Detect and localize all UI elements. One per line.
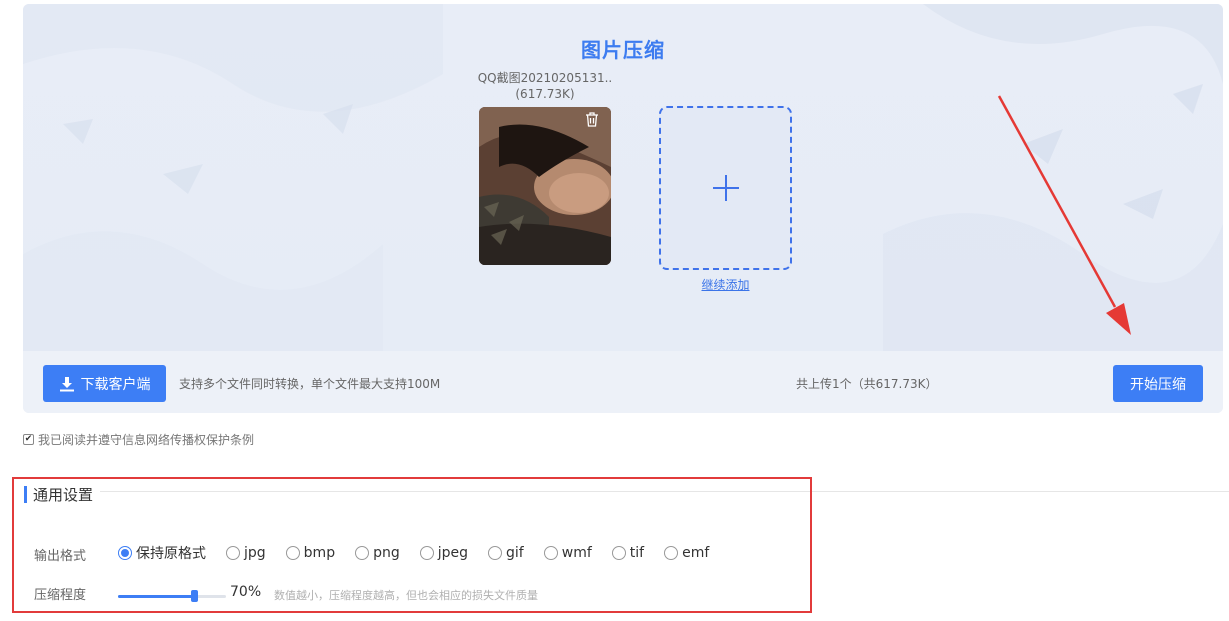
radio-jpg[interactable] — [226, 546, 240, 560]
compression-slider[interactable] — [118, 590, 226, 603]
download-client-label: 下载客户端 — [80, 376, 151, 393]
upload-hint: 支持多个文件同时转换，单个文件最大支持100M — [179, 377, 441, 391]
download-client-button[interactable]: 下载客户端 — [43, 365, 166, 402]
agreement-row: ✔ 我已阅读并遵守信息网络传播权保护条例 — [23, 431, 254, 448]
format-option-jpg[interactable]: jpg — [226, 545, 266, 561]
image-thumbnail — [479, 107, 611, 265]
radio-png[interactable] — [355, 546, 370, 560]
compression-hint: 数值越小，压缩程度越高，但也会相应的损失文件质量 — [274, 589, 538, 602]
format-option-wmf[interactable]: wmf — [543, 545, 592, 561]
settings-title-text: 通用设置 — [33, 486, 94, 504]
settings-panel: 通用设置 输出格式 保持原格式 jpg bmp png jpeg gif wmf… — [12, 477, 812, 613]
format-option-bmp[interactable]: bmp — [285, 545, 336, 561]
file-name: QQ截图20210205131.. — [477, 71, 613, 85]
format-label-bmp: bmp — [303, 545, 336, 561]
format-option-tif[interactable]: tif — [611, 545, 645, 561]
compression-label: 压缩程度 — [34, 588, 87, 603]
radio-wmf[interactable] — [543, 546, 558, 560]
continue-add-link[interactable]: 继续添加 — [659, 276, 792, 293]
radio-tif[interactable] — [611, 546, 626, 560]
format-label-jpeg: jpeg — [437, 545, 469, 561]
delete-file-button[interactable] — [585, 112, 605, 132]
format-option-emf[interactable]: emf — [664, 545, 709, 561]
format-option-gif[interactable]: gif — [488, 545, 524, 561]
agreement-text: 我已阅读并遵守信息网络传播权保护条例 — [38, 433, 255, 447]
download-icon — [59, 376, 74, 391]
format-label-png: png — [373, 545, 400, 561]
agreement-checkbox[interactable]: ✔ — [23, 434, 34, 445]
radio-original[interactable] — [118, 546, 132, 560]
slider-handle[interactable] — [190, 590, 198, 602]
format-option-original[interactable]: 保持原格式 — [118, 543, 206, 563]
radio-emf[interactable] — [664, 546, 679, 560]
upload-toolbar: 下载客户端 支持多个文件同时转换，单个文件最大支持100M 共上传1个（共617… — [23, 351, 1223, 413]
format-label-tif: tif — [629, 545, 645, 561]
output-format-options: 保持原格式 jpg bmp png jpeg gif wmf tif emf — [118, 543, 729, 563]
radio-jpeg[interactable] — [419, 546, 434, 560]
output-format-label: 输出格式 — [34, 549, 87, 564]
radio-gif[interactable] — [488, 546, 503, 560]
format-option-png[interactable]: png — [355, 545, 400, 561]
upload-count: 共上传1个（共617.73K） — [796, 377, 938, 391]
page-title: 图片压缩 — [581, 38, 665, 62]
add-file-dropzone[interactable] — [659, 106, 792, 270]
settings-title: 通用设置 — [24, 484, 93, 505]
format-label-original: 保持原格式 — [136, 546, 206, 562]
start-compress-button[interactable]: 开始压缩 — [1113, 365, 1203, 402]
format-label-wmf: wmf — [561, 545, 592, 561]
trash-icon — [586, 112, 598, 127]
annotation-arrow — [997, 95, 1131, 335]
file-size: (617.73K) — [515, 87, 575, 101]
slider-fill — [118, 595, 194, 598]
plus-icon — [712, 175, 739, 201]
format-label-jpg: jpg — [244, 545, 266, 561]
compression-value: 70% — [230, 584, 262, 600]
format-label-emf: emf — [682, 545, 710, 561]
radio-bmp[interactable] — [285, 546, 300, 560]
format-option-jpeg[interactable]: jpeg — [419, 545, 469, 561]
format-label-gif: gif — [506, 545, 524, 561]
title-accent-bar — [24, 486, 27, 503]
file-card: QQ截图20210205131.. (617.73K) — [478, 70, 612, 265]
